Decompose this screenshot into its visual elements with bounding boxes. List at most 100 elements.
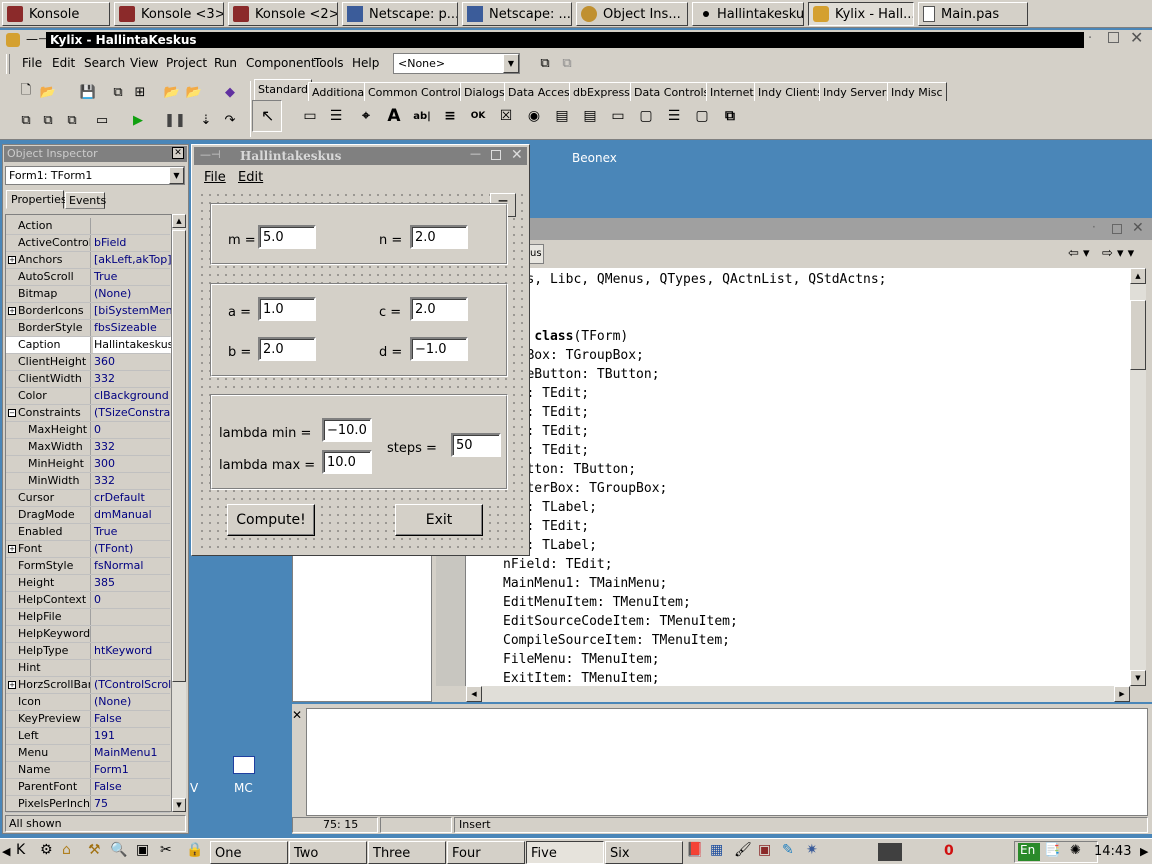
- property-row[interactable]: Name Form1: [6, 762, 170, 779]
- property-row[interactable]: Action: [6, 218, 170, 235]
- property-value[interactable]: 385: [93, 575, 171, 591]
- scroll-up-icon[interactable]: ▲: [172, 214, 186, 228]
- d-field[interactable]: [410, 337, 468, 361]
- tab-internet[interactable]: Internet: [706, 82, 758, 101]
- expand-icon[interactable]: +: [8, 256, 16, 264]
- trace-into-icon[interactable]: ⇣: [196, 110, 216, 130]
- mc-icon[interactable]: [233, 756, 255, 774]
- settings-icon[interactable]: ✺: [1070, 843, 1081, 858]
- scroll-up-icon[interactable]: ▲: [1130, 268, 1146, 284]
- property-row[interactable]: Icon (None): [6, 694, 170, 711]
- home-icon[interactable]: ⌂: [62, 842, 71, 858]
- scroll-thumb[interactable]: [1130, 300, 1146, 370]
- collapse-icon[interactable]: −: [8, 409, 16, 417]
- tab-indy-servers[interactable]: Indy Servers: [819, 82, 897, 101]
- editor-hscrollbar[interactable]: ◀ ▶: [466, 686, 1130, 702]
- property-value[interactable]: True: [93, 524, 171, 540]
- property-value[interactable]: Hallintakeskus: [93, 337, 171, 353]
- property-value[interactable]: (TSizeConstraint: [93, 405, 171, 421]
- remove-from-project-icon[interactable]: 📂: [184, 82, 204, 102]
- memo-icon[interactable]: ≡: [438, 104, 462, 128]
- tab-data-controls[interactable]: Data Controls: [630, 82, 714, 101]
- menu-help[interactable]: Help: [352, 56, 379, 70]
- pointer-tool[interactable]: ↖: [252, 100, 282, 132]
- property-value[interactable]: fbsSizeable: [93, 320, 171, 336]
- keyboard-layout[interactable]: En: [1018, 843, 1040, 861]
- property-value[interactable]: 332: [93, 473, 171, 489]
- close-icon[interactable]: ✕: [1132, 220, 1144, 236]
- property-value[interactable]: False: [93, 711, 171, 727]
- desktop-five[interactable]: Five: [526, 841, 604, 864]
- view-unit-icon[interactable]: ⧉: [16, 110, 36, 130]
- close-messages-icon[interactable]: ✕: [292, 708, 302, 722]
- menu-tools[interactable]: Tools: [314, 56, 344, 70]
- property-row[interactable]: Cursor crDefault: [6, 490, 170, 507]
- property-value[interactable]: [93, 218, 171, 234]
- scroll-down-icon[interactable]: ▼: [172, 798, 186, 812]
- tab-dbexpress[interactable]: dbExpress: [569, 82, 634, 101]
- property-row[interactable]: ActiveControl bField: [6, 235, 170, 252]
- step-over-icon[interactable]: ↷: [220, 110, 240, 130]
- forward-arrow-icon[interactable]: ⇨ ▾ ▾: [1102, 246, 1134, 261]
- panel-right-arrow-icon[interactable]: ▶: [1140, 845, 1148, 858]
- menu-search[interactable]: Search: [84, 56, 125, 70]
- editor-icon[interactable]: ✎: [782, 842, 794, 858]
- task-kylix[interactable]: Kylix - Hall...: [808, 2, 914, 26]
- property-row[interactable]: Enabled True: [6, 524, 170, 541]
- property-value[interactable]: [akLeft,akTop]: [93, 252, 171, 268]
- desktop-three[interactable]: Three: [368, 841, 446, 864]
- task-konsole[interactable]: Konsole: [2, 2, 110, 26]
- property-row[interactable]: Anchors [akLeft,akTop] +: [6, 252, 171, 269]
- tab-additional[interactable]: Additional: [308, 82, 372, 101]
- lock-icon[interactable]: 🔒: [186, 842, 203, 858]
- new-icon[interactable]: 🗋: [16, 82, 36, 102]
- monitor-icon[interactable]: ▦: [710, 842, 723, 858]
- property-row[interactable]: BorderStyle fbsSizeable: [6, 320, 170, 337]
- property-row[interactable]: ParentFont False: [6, 779, 170, 796]
- editor-vscrollbar[interactable]: ▲ ▼: [1130, 268, 1146, 686]
- close-icon[interactable]: ✕: [511, 147, 523, 163]
- task-netscape-1[interactable]: Netscape: p...: [342, 2, 458, 26]
- menu-edit[interactable]: Edit: [52, 56, 75, 70]
- steps-field[interactable]: [451, 433, 501, 457]
- property-value[interactable]: (TFont): [93, 541, 171, 557]
- chevron-down-icon[interactable]: ▼: [169, 167, 184, 184]
- property-row[interactable]: MinWidth 332: [6, 473, 170, 490]
- desktop-four[interactable]: Four: [447, 841, 525, 864]
- checkbox-icon[interactable]: ☒: [494, 104, 518, 128]
- property-value[interactable]: [93, 660, 171, 676]
- button-icon[interactable]: OK: [466, 104, 490, 128]
- property-row[interactable]: HelpType htKeyword: [6, 643, 170, 660]
- maximize-icon[interactable]: [1108, 32, 1119, 43]
- property-row[interactable]: Hint: [6, 660, 170, 677]
- kmenu-gear-icon[interactable]: ⚙: [40, 842, 53, 858]
- control-center-icon[interactable]: ⚒: [88, 842, 101, 858]
- m-field[interactable]: [258, 225, 316, 249]
- b-field[interactable]: [258, 337, 316, 361]
- property-row[interactable]: HelpContext 0: [6, 592, 170, 609]
- pin-icon[interactable]: —⊣: [200, 148, 221, 161]
- property-value[interactable]: 332: [93, 439, 171, 455]
- actionlist-icon[interactable]: ⧉: [718, 104, 742, 128]
- property-value[interactable]: (TControlScrollB: [93, 677, 171, 693]
- property-row[interactable]: Menu MainMenu1: [6, 745, 170, 762]
- tab-common-controls[interactable]: Common Controls: [364, 82, 471, 101]
- property-row[interactable]: MaxHeight 0: [6, 422, 170, 439]
- code-explorer[interactable]: [292, 550, 432, 702]
- combobox-icon[interactable]: ▤: [578, 104, 602, 128]
- listbox-icon[interactable]: ▤: [550, 104, 574, 128]
- terminal-icon[interactable]: ▣: [758, 842, 771, 858]
- property-value[interactable]: dmManual: [93, 507, 171, 523]
- minimize-icon[interactable]: ·: [1088, 31, 1092, 46]
- c-field[interactable]: [410, 297, 468, 321]
- menu-project[interactable]: Project: [166, 56, 207, 70]
- task-main-pas[interactable]: Main.pas: [918, 2, 1028, 26]
- property-row[interactable]: Height 385: [6, 575, 170, 592]
- scrollbar-icon[interactable]: ▭: [606, 104, 630, 128]
- open-project-icon[interactable]: ⊞: [130, 82, 150, 102]
- property-value[interactable]: htKeyword: [93, 643, 171, 659]
- property-row[interactable]: BorderIcons[biSystemMenu,b +: [6, 303, 171, 320]
- property-row[interactable]: MinHeight 300: [6, 456, 170, 473]
- lambda-min-field[interactable]: [322, 418, 372, 442]
- property-scrollbar[interactable]: ▲ ▼: [172, 214, 186, 812]
